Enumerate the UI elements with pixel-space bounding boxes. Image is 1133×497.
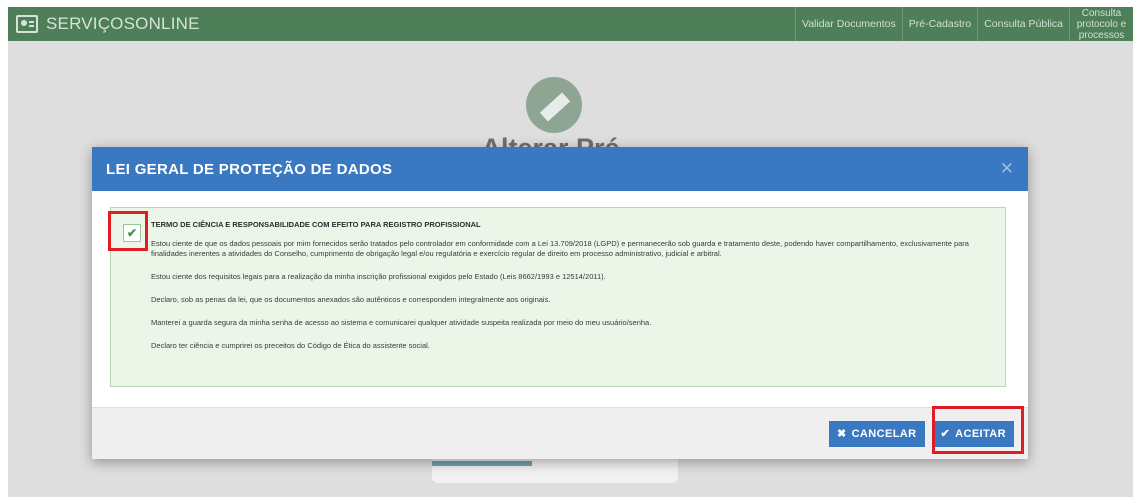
cancel-button[interactable]: ✖ CANCELAR (828, 420, 925, 447)
lgpd-modal: LEI GERAL DE PROTEÇÃO DE DADOS ✕ ✔ TERMO… (92, 147, 1028, 459)
top-navbar: SERVIÇOSONLINE Validar Documentos Pré-Ca… (8, 7, 1133, 41)
terms-paragraph: Estou ciente de que os dados pessoais po… (151, 239, 969, 258)
nav-menu: Validar Documentos Pré-Cadastro Consulta… (794, 7, 1133, 41)
close-icon[interactable]: ✕ (1000, 159, 1014, 179)
nav-item-validar-documentos[interactable]: Validar Documentos (794, 7, 902, 41)
checkmark-icon: ✔ (126, 226, 138, 240)
terms-box: ✔ TERMO DE CIÊNCIA E RESPONSABILIDADE CO… (110, 207, 1006, 387)
brand-name: SERVIÇOSONLINE (46, 14, 200, 33)
terms-heading: TERMO DE CIÊNCIA E RESPONSABILIDADE COM … (151, 220, 481, 229)
terms-paragraph: Declaro ter ciência e cumprirei os prece… (151, 341, 430, 350)
accept-terms-checkbox[interactable]: ✔ (123, 224, 141, 242)
edit-user-icon (526, 77, 582, 133)
accept-button[interactable]: ✔ ACEITAR (932, 420, 1014, 447)
accept-button-label: ACEITAR (955, 427, 1006, 440)
check-icon: ✔ (940, 428, 951, 440)
progress-bar (432, 461, 532, 466)
terms-paragraph: Estou ciente dos requisitos legais para … (151, 272, 606, 281)
modal-header: LEI GERAL DE PROTEÇÃO DE DADOS ✕ (92, 147, 1028, 191)
id-card-icon (16, 15, 38, 33)
x-icon: ✖ (836, 428, 847, 440)
brand[interactable]: SERVIÇOSONLINE (8, 7, 200, 41)
nav-item-consulta-protocolo[interactable]: Consulta protocolo e processos (1069, 7, 1133, 41)
cancel-button-label: CANCELAR (851, 427, 917, 440)
modal-body: ✔ TERMO DE CIÊNCIA E RESPONSABILIDADE CO… (92, 191, 1028, 407)
terms-paragraph: Manterei a guarda segura da minha senha … (151, 318, 652, 327)
modal-footer: ✖ CANCELAR ✔ ACEITAR (92, 407, 1028, 459)
terms-paragraph: Declaro, sob as penas da lei, que os doc… (151, 295, 551, 304)
page-background: SERVIÇOSONLINE Validar Documentos Pré-Ca… (8, 7, 1133, 497)
nav-item-consulta-publica[interactable]: Consulta Pública (977, 7, 1069, 41)
nav-item-pre-cadastro[interactable]: Pré-Cadastro (901, 7, 977, 41)
modal-title: LEI GERAL DE PROTEÇÃO DE DADOS (106, 160, 393, 178)
